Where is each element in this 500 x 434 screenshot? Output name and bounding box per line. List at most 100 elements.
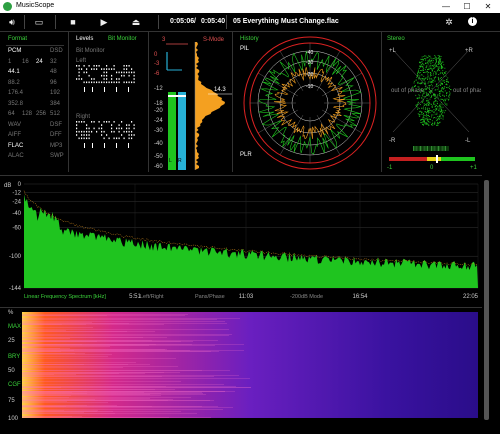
bit-cell [81,134,83,136]
meter-scale-label: -50 [154,154,163,160]
bit-cell [126,130,128,133]
bit-cell [116,127,118,130]
bit-monitor-tab[interactable]: Bit Monitor [108,36,137,42]
levels-panel: Levels Bit Monitor Bit Monitor Left Righ… [68,32,149,172]
volume-icon[interactable]: 🔊︎ [6,16,18,28]
bit-cell [123,137,125,140]
bit-cell [123,68,125,70]
bit-cell [86,137,88,140]
left-label: Left [76,58,87,64]
bit-cell [131,130,133,133]
bit-cell [126,68,128,70]
spectrogram-ytick: 100 [8,416,19,422]
bit-cell [101,124,103,126]
spectrum-footer-label: Pans/Phase [195,294,225,300]
bit-cell [101,74,103,77]
bit-cell [133,127,135,130]
maximize-button[interactable]: ☐ [458,0,476,13]
bit-cell [106,71,108,74]
spectrum-xtick: 11:03 [239,294,254,300]
format-value: PCM [8,48,22,54]
bit-cell [96,65,98,67]
format-value: 64 [8,111,15,117]
bit-cell [78,137,80,140]
bit-cell [116,71,118,74]
bit-cell [103,74,105,77]
levels-title[interactable]: Levels [76,36,93,42]
format-value: MP3 [50,142,63,149]
format-value: 96 [50,79,57,86]
bit-cell [86,130,88,133]
bit-cell [88,127,90,130]
bit-marker [128,87,129,92]
out-of-phase-right: out of phase [453,88,481,94]
format-value: DSF [50,121,62,128]
bit-cell [113,68,115,70]
bit-cell [131,81,133,84]
bit-cell [98,65,100,67]
info-icon[interactable]: i [468,17,477,26]
format-value: SWP [50,153,64,159]
format-value: 32 [50,58,57,65]
bit-cell [128,65,130,67]
meter-scale-label: -20 [154,108,163,114]
bit-monitor-grid [76,65,135,148]
bit-cell [76,124,78,126]
stereo-scope: +L +R -R -L out of phase out of phase -1 0 +1 [387,48,481,171]
meter-scale-label: -12 [154,86,163,92]
plus-r-label: +R [465,48,474,54]
format-value: WAV [8,121,21,128]
meter-scale-label: -60 [154,164,163,170]
bit-cell [118,71,120,74]
format-panel: Format PCM DSD 1 16 24 32 44.1 48 88.2 96 176.4 192… [0,32,69,172]
close-button[interactable]: ✕ [479,0,497,13]
history-radar: -40 -30 -20 -10 [243,36,377,170]
format-value: 512 [50,111,61,117]
gear-icon[interactable]: ✲ [443,16,455,28]
bit-marker [92,87,93,92]
bit-cell [86,81,88,84]
bit-cell [118,81,120,84]
bit-cell [93,127,95,130]
toolbar: 🔊︎ ▭ ■ ▶ ⏏ 0:05:06 / 0:05:40 05 Everythi… [0,13,500,32]
bit-cell [78,68,80,70]
time-divider: / [194,18,196,25]
bit-cell [103,130,105,133]
bit-marker [104,87,105,92]
meter-ref-3: 3 [162,37,166,43]
bit-cell [103,137,105,140]
divider [158,15,159,29]
bit-cell [93,121,95,123]
bit-cell [81,68,83,70]
bit-cell [118,137,120,140]
bit-cell [83,65,85,67]
spectrum-panel: dB 0 -12 -24 -40 -60 -100 -144 5:51 11:03 16:54 22:… [0,175,482,306]
stop-icon[interactable]: ■ [67,16,79,28]
stereo-panel: Stereo +L+R-R-Lout of phaseout of phase-… [381,32,481,172]
meter-scale-label: 0 [154,52,158,58]
bit-cell [76,130,78,133]
bit-marker [84,143,85,148]
format-value: 384 [50,100,61,107]
bit-cell [108,121,110,123]
meter-scale-label: -24 [154,118,163,124]
spectrum-footer-label: -200dB Mode [290,294,323,300]
spectrum-ytick: -40 [12,211,21,217]
bit-cell [123,81,125,84]
bit-cell [78,74,80,77]
bit-cell [88,81,90,84]
track-name: 05 Everything Must Change.flac [233,18,339,25]
bit-cell [113,65,115,67]
spectrum-footer-label: Left/Right [140,294,164,300]
metronome-icon[interactable]: ⏏ [130,16,142,28]
open-folder-icon[interactable]: ▭ [33,16,45,28]
bit-cell [78,65,80,67]
bit-cell [103,81,105,84]
bit-cell [83,137,85,140]
play-icon[interactable]: ▶ [98,16,110,28]
scrollbar[interactable] [484,180,489,420]
format-value: AIFF [8,132,21,138]
minimize-button[interactable]: — [437,0,455,13]
ring-label: -20 [306,72,313,78]
spectrum-ytick: -60 [12,225,21,231]
